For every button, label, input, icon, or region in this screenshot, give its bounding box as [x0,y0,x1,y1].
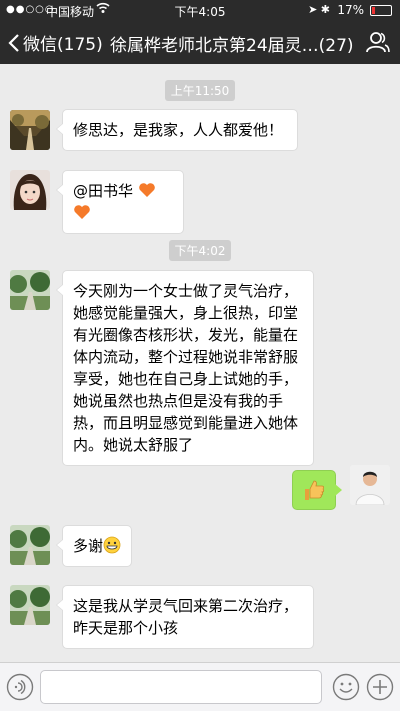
man-avatar[interactable] [350,465,390,505]
thumbs-up-icon [302,478,326,508]
back-label: 微信(175) [23,35,103,55]
voice-input-button[interactable] [6,673,34,705]
plus-icon [366,673,394,701]
time-divider: 下午4:02 [0,240,400,261]
heart-icon [138,180,156,202]
forest-path-avatar[interactable] [10,110,50,150]
garden-avatar[interactable] [10,585,50,625]
smiley-icon [332,673,360,701]
group-members-icon[interactable] [366,31,390,57]
more-button[interactable] [366,673,394,705]
chat-title: 徐属桦老师北京第24届灵…(27) [110,36,354,56]
time-divider: 上午11:50 [0,80,400,101]
battery-icon [370,5,392,16]
back-button[interactable]: 微信(175) [8,30,103,55]
message-bubble[interactable]: 修思达，是我家，人人都爱他！ [56,109,298,151]
status-bar: ●●○○○ 中国移动 下午4:05 ➤ ✱ 17% [0,0,400,20]
message-bubble-own[interactable] [292,470,342,510]
chevron-left-icon [8,33,19,52]
message-bubble[interactable]: 今天刚为一个女士做了灵气治疗，她感觉能量强大，身上很热，印堂有光圈像杏核形状，发… [56,270,314,466]
garden-avatar[interactable] [10,270,50,310]
garden-avatar[interactable] [10,525,50,565]
battery-percent: 17% [337,3,364,17]
woman-avatar[interactable] [10,170,50,210]
message-bubble[interactable]: @田书华 [56,170,184,234]
voice-icon [6,673,34,701]
message-input[interactable] [40,670,322,704]
location-bluetooth-icons: ➤ ✱ [308,3,330,16]
heart-icon [73,202,91,224]
message-bubble[interactable]: 这是我从学灵气回来第二次治疗，昨天是那个小孩 [56,585,314,649]
input-bar [0,662,400,711]
nav-bar: 微信(175) 徐属桦老师北京第24届灵…(27) [0,20,400,64]
message-bubble[interactable]: 多谢 [56,525,132,567]
chat-area[interactable]: 上午11:50 修思达，是我家，人人都爱他！ @田书华 下午4:02 今天刚为一… [0,64,400,662]
grin-icon [103,535,121,557]
emoji-button[interactable] [332,673,360,705]
